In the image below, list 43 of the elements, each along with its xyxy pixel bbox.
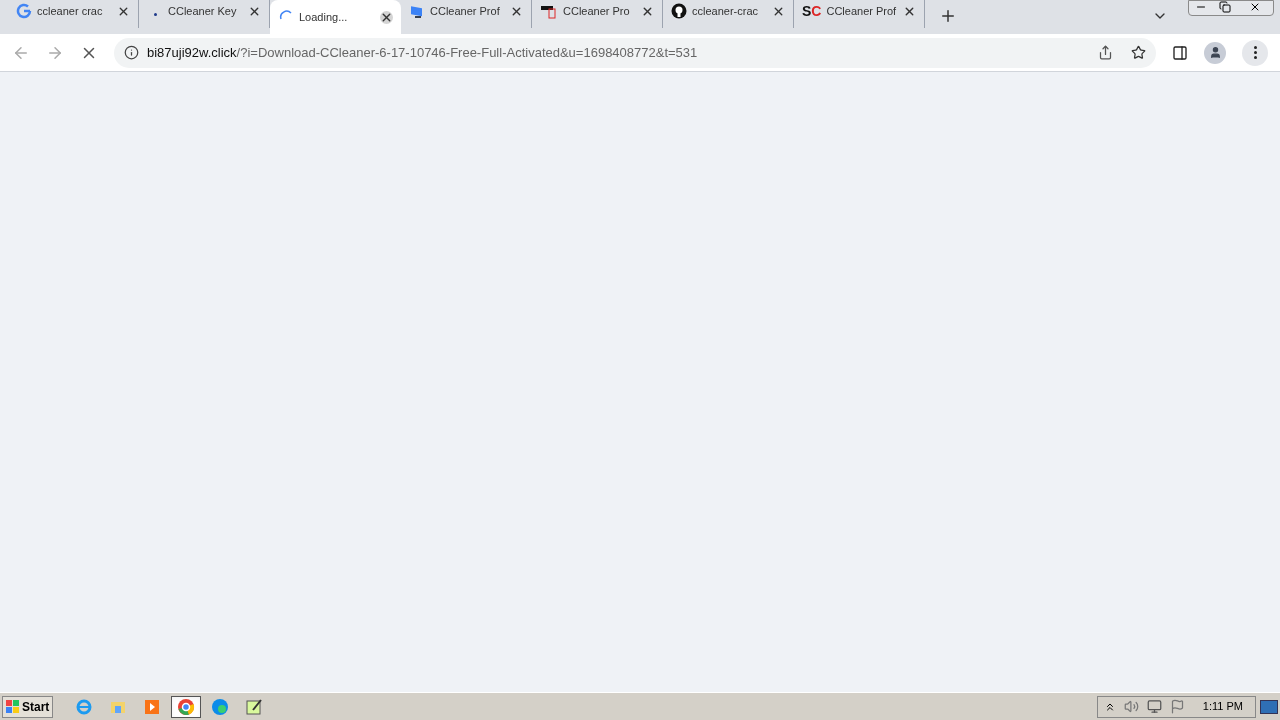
clock: 1:11 PM xyxy=(1202,699,1243,715)
tab-title: Loading... xyxy=(299,9,349,25)
github-icon xyxy=(671,3,687,19)
dot-icon xyxy=(153,13,157,16)
menu-button[interactable] xyxy=(1242,39,1268,66)
sc-logo: SC xyxy=(802,4,822,18)
side-panel-icon[interactable] xyxy=(1172,44,1188,61)
bookmark-star-icon[interactable] xyxy=(1131,45,1146,60)
browser-tab[interactable]: ccleaner crac xyxy=(8,0,139,28)
google-icon xyxy=(16,3,32,19)
document-icon xyxy=(540,3,558,19)
url-text: bi87uji92w.click/?i=Download-CCleaner-6-17-10746-Free-Full-Activated&u=1698408772&t=531 xyxy=(147,43,698,62)
tab-title: CCleaner Pro xyxy=(563,3,631,19)
ie-icon xyxy=(75,697,94,716)
taskbar-app-button[interactable] xyxy=(171,695,202,718)
tab-title: ccleaner-crac xyxy=(692,3,760,19)
address-bar[interactable]: bi87uji92w.click/?i=Download-CCleaner-6-17-10746-Free-Full-Activated&u=1698408772&t=531 xyxy=(114,37,1156,68)
media-player-icon xyxy=(143,697,162,716)
profile-avatar[interactable] xyxy=(1204,41,1226,64)
edge-icon xyxy=(211,697,230,716)
windows-logo-icon xyxy=(6,699,20,714)
start-button[interactable]: Start xyxy=(2,695,54,718)
share-icon[interactable] xyxy=(1098,45,1113,60)
tab-title: CCleaner Prof xyxy=(430,3,501,19)
volume-icon[interactable] xyxy=(1123,699,1139,714)
info-icon[interactable] xyxy=(124,45,139,60)
chrome-icon xyxy=(177,697,196,716)
notepad-icon xyxy=(245,697,264,716)
close-icon[interactable] xyxy=(380,10,393,24)
browser-tab[interactable]: CCleaner Prof xyxy=(401,0,532,28)
browser-tab[interactable]: ccleaner-crac xyxy=(663,0,794,28)
flag-icon[interactable] xyxy=(1169,699,1185,714)
tab-title: ccleaner crac xyxy=(37,3,104,19)
tab-title: CCleaner Prof xyxy=(826,3,898,19)
more-icon xyxy=(1253,46,1257,59)
browser-tab[interactable]: SC CCleaner Prof xyxy=(794,0,925,28)
new-tab-icon[interactable] xyxy=(939,7,957,25)
browser-tab[interactable]: Loading... xyxy=(270,0,401,34)
network-icon[interactable] xyxy=(1146,699,1162,714)
browser-tab[interactable]: CCleaner Pro xyxy=(532,0,663,28)
monitor-icon xyxy=(409,3,425,19)
tab-title: CCleaner Key xyxy=(168,3,238,19)
show-desktop-button[interactable] xyxy=(1260,699,1278,714)
